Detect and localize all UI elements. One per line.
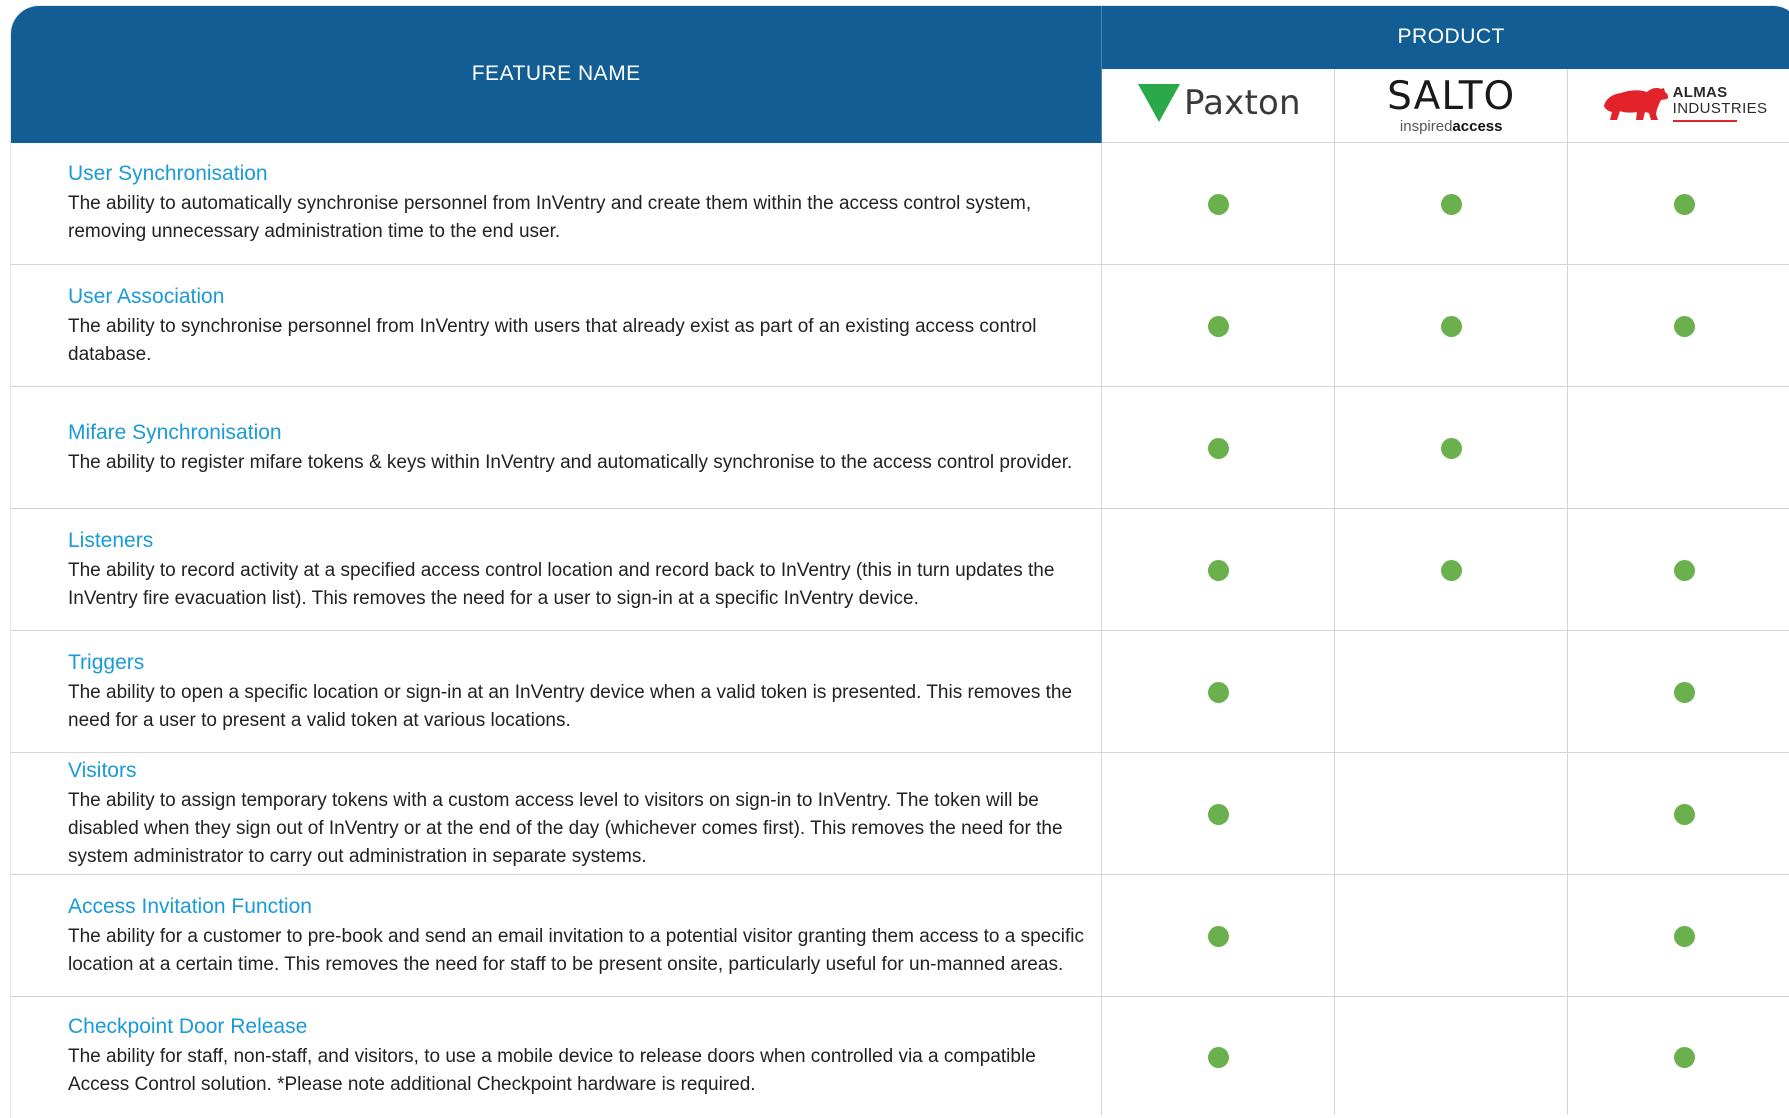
almas-wordmark: ALMAS INDUSTRIES <box>1672 83 1768 122</box>
paxton-logo-icon <box>1137 84 1180 122</box>
support-cell-salto <box>1334 996 1569 1115</box>
feature-description: The ability for staff, non-staff, and vi… <box>68 1046 1036 1095</box>
salto-tagline: inspiredaccess <box>1399 118 1503 135</box>
support-cell-paxton <box>1101 630 1336 753</box>
supported-dot-icon <box>1440 438 1462 459</box>
supported-dot-icon <box>1207 926 1229 947</box>
product-column-almas: ALMAS INDUSTRIES <box>1567 68 1789 143</box>
support-cell-almas <box>1567 142 1789 265</box>
supported-dot-icon <box>1673 926 1695 947</box>
support-cell-paxton <box>1101 874 1336 997</box>
supported-dot-icon <box>1207 804 1229 825</box>
support-cell-almas <box>1567 752 1789 875</box>
feature-row: Triggers The ability to open a specific … <box>11 630 1789 753</box>
support-cell-paxton <box>1101 508 1336 631</box>
feature-cell: Mifare Synchronisation The ability to re… <box>11 386 1103 509</box>
feature-cell: Checkpoint Door Release The ability for … <box>11 996 1103 1115</box>
feature-cell: Listeners The ability to record activity… <box>11 508 1103 631</box>
feature-row: User Synchronisation The ability to auto… <box>11 142 1789 265</box>
support-cell-paxton <box>1101 142 1336 265</box>
product-column-salto: SALTO inspiredaccess <box>1334 68 1569 143</box>
support-cell-paxton <box>1101 386 1336 509</box>
salto-logo: SALTO inspiredaccess <box>1387 77 1515 134</box>
feature-title: Listeners <box>68 528 154 552</box>
comparison-card: FEATURE NAME PRODUCT Paxton SALTO inspir… <box>11 6 1789 1118</box>
feature-description: The ability to automatically synchronise… <box>68 193 1032 243</box>
support-cell-salto <box>1334 142 1569 265</box>
feature-title: Triggers <box>68 650 145 674</box>
support-cell-salto <box>1334 630 1569 753</box>
supported-dot-icon <box>1207 1046 1229 1068</box>
support-cell-almas <box>1567 264 1789 387</box>
support-cell-salto <box>1334 264 1569 387</box>
support-cell-paxton <box>1101 752 1336 875</box>
almas-name-bottom: INDUSTRIES <box>1672 99 1768 117</box>
page: FEATURE NAME PRODUCT Paxton SALTO inspir… <box>0 0 1789 1118</box>
feature-row: Access Invitation Function The ability f… <box>11 874 1789 997</box>
paxton-name: Paxton <box>1183 83 1301 123</box>
feature-description: The ability to record activity at a spec… <box>68 559 1055 609</box>
supported-dot-icon <box>1207 682 1229 703</box>
supported-dot-icon <box>1440 194 1462 215</box>
feature-description: The ability for a customer to pre-book a… <box>68 925 1084 975</box>
feature-comparison-table: FEATURE NAME PRODUCT Paxton SALTO inspir… <box>11 6 1789 1115</box>
support-cell-salto <box>1334 874 1569 997</box>
salto-name: SALTO <box>1387 74 1516 119</box>
feature-row: Listeners The ability to record activity… <box>11 508 1789 631</box>
feature-title: Visitors <box>68 758 137 782</box>
product-column-paxton: Paxton <box>1101 68 1336 143</box>
support-cell-salto <box>1334 386 1569 509</box>
feature-cell: Access Invitation Function The ability f… <box>11 874 1103 997</box>
support-cell-almas <box>1567 508 1789 631</box>
feature-cell: Triggers The ability to open a specific … <box>11 630 1103 753</box>
supported-dot-icon <box>1207 438 1229 459</box>
supported-dot-icon <box>1207 560 1229 581</box>
support-cell-salto <box>1334 508 1569 631</box>
support-cell-almas <box>1567 386 1789 509</box>
feature-row: Checkpoint Door Release The ability for … <box>11 996 1789 1115</box>
supported-dot-icon <box>1673 316 1695 337</box>
feature-cell: User Synchronisation The ability to auto… <box>11 142 1103 265</box>
support-cell-almas <box>1567 996 1789 1115</box>
supported-dot-icon <box>1673 560 1695 581</box>
supported-dot-icon <box>1673 804 1695 825</box>
paxton-logo: Paxton <box>1136 82 1301 124</box>
feature-title: Mifare Synchronisation <box>68 420 282 444</box>
feature-row: User Association The ability to synchron… <box>11 264 1789 387</box>
supported-dot-icon <box>1673 1046 1695 1068</box>
product-header: PRODUCT <box>1101 6 1789 69</box>
supported-dot-icon <box>1440 316 1462 337</box>
feature-description: The ability to open a specific location … <box>68 681 1073 731</box>
support-cell-salto <box>1334 752 1569 875</box>
feature-cell: User Association The ability to synchron… <box>11 264 1103 387</box>
support-cell-almas <box>1567 874 1789 997</box>
supported-dot-icon <box>1673 194 1695 215</box>
supported-dot-icon <box>1440 560 1462 581</box>
supported-dot-icon <box>1207 316 1229 337</box>
feature-name-header: FEATURE NAME <box>11 6 1103 143</box>
supported-dot-icon <box>1207 194 1229 215</box>
support-cell-almas <box>1567 630 1789 753</box>
almas-underline <box>1672 119 1737 122</box>
feature-title: Checkpoint Door Release <box>68 1015 308 1038</box>
supported-dot-icon <box>1673 682 1695 703</box>
feature-title: User Association <box>68 284 225 308</box>
feature-title: Access Invitation Function <box>68 894 312 918</box>
almas-logo: ALMAS INDUSTRIES <box>1601 84 1768 122</box>
feature-description: The ability to assign temporary tokens w… <box>68 789 1063 867</box>
feature-row: Visitors The ability to assign temporary… <box>11 752 1789 875</box>
feature-title: User Synchronisation <box>68 162 268 186</box>
feature-description: The ability to register mifare tokens & … <box>68 451 1073 473</box>
feature-description: The ability to synchronise personnel fro… <box>68 315 1037 365</box>
support-cell-paxton <box>1101 264 1336 387</box>
almas-name-top: ALMAS <box>1672 83 1728 101</box>
feature-row: Mifare Synchronisation The ability to re… <box>11 386 1789 509</box>
feature-cell: Visitors The ability to assign temporary… <box>11 752 1103 875</box>
almas-bear-icon <box>1603 88 1668 120</box>
support-cell-paxton <box>1101 996 1336 1115</box>
